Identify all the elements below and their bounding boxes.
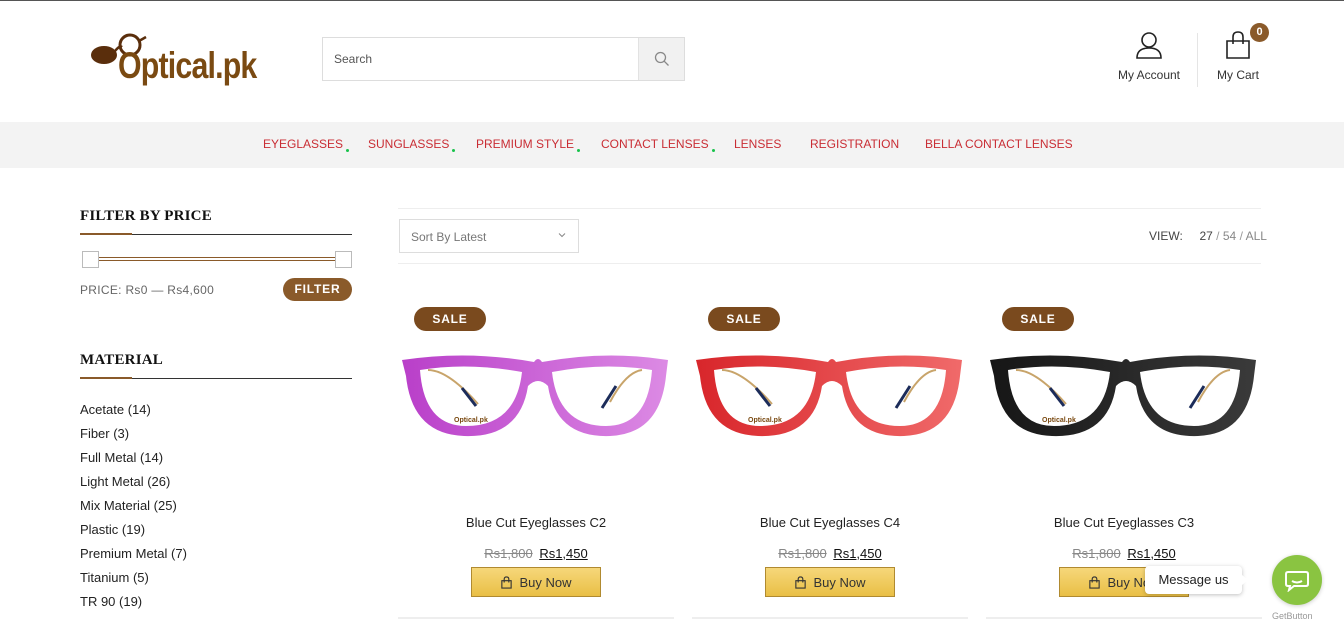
- product-name[interactable]: Blue Cut Eyeglasses C2: [398, 515, 674, 530]
- shopping-bag-icon: [795, 575, 807, 589]
- product-price: Rs1,800 Rs1,450: [986, 546, 1262, 561]
- nav-item-contact-lenses[interactable]: CONTACT LENSES: [601, 137, 715, 152]
- shopping-bag-icon: [501, 575, 513, 589]
- site-header: Optical.pk My Account 0 My Cart: [0, 1, 1344, 122]
- dropdown-indicator-icon: [452, 149, 456, 152]
- product-name[interactable]: Blue Cut Eyeglasses C4: [692, 515, 968, 530]
- product-price: Rs1,800 Rs1,450: [398, 546, 674, 561]
- old-price: Rs1,800: [778, 546, 827, 561]
- nav-item-registration[interactable]: REGISTRATION: [810, 137, 899, 151]
- product-name[interactable]: Blue Cut Eyeglasses C3: [986, 515, 1262, 530]
- dropdown-indicator-icon: [711, 149, 715, 152]
- nav-item-lenses[interactable]: LENSES: [734, 137, 781, 151]
- view-option-all[interactable]: ALL: [1246, 229, 1267, 243]
- product-image[interactable]: Optical.pk: [692, 346, 968, 446]
- sale-price: Rs1,450: [1127, 546, 1176, 561]
- price-range-text: PRICE: Rs0 — Rs4,600: [80, 283, 215, 297]
- nav-item-premium-style[interactable]: PREMIUM STYLE: [476, 137, 581, 152]
- buy-now-button[interactable]: Buy Now: [765, 567, 895, 597]
- material-filter-list: Acetate (14) Fiber (3) Full Metal (14) L…: [80, 400, 187, 616]
- slider-track: [90, 257, 344, 261]
- card-divider: [986, 617, 1262, 619]
- search-button[interactable]: [638, 38, 684, 80]
- my-cart-link[interactable]: 0 My Cart: [1208, 23, 1269, 87]
- product-price: Rs1,800 Rs1,450: [692, 546, 968, 561]
- old-price: Rs1,800: [1072, 546, 1121, 561]
- card-divider: [692, 617, 968, 619]
- logo-text: Optical.pk: [118, 45, 257, 86]
- product-card: SALE Optical.pk Blue Cut Eyeglasses C2 R…: [398, 300, 674, 623]
- sale-badge: SALE: [1002, 307, 1074, 331]
- dropdown-indicator-icon: [577, 149, 581, 152]
- header-divider: [1197, 33, 1198, 87]
- nav-item-bella-contact-lenses[interactable]: BELLA CONTACT LENSES: [925, 137, 1073, 151]
- slider-max-handle[interactable]: [335, 251, 352, 268]
- nav-item-eyeglasses[interactable]: EYEGLASSES: [263, 137, 350, 152]
- nav-item-sunglasses[interactable]: SUNGLASSES: [368, 137, 456, 152]
- buy-now-button[interactable]: Buy Now: [471, 567, 601, 597]
- chevron-down-icon: [558, 233, 566, 238]
- heading-accent: [80, 233, 132, 235]
- filter-button[interactable]: FILTER: [283, 278, 352, 301]
- my-account-label: My Account: [1117, 68, 1181, 82]
- toolbar-bottom-border: [398, 263, 1261, 264]
- shopping-bag-icon: [1226, 31, 1250, 59]
- material-item-mix-material[interactable]: Mix Material (25): [80, 496, 187, 520]
- search-input[interactable]: [323, 38, 639, 80]
- shopping-bag-icon: [1089, 575, 1101, 589]
- material-item-titanium[interactable]: Titanium (5): [80, 568, 187, 592]
- site-logo[interactable]: Optical.pk: [88, 31, 278, 95]
- material-heading: MATERIAL: [80, 352, 163, 368]
- frame-brand-mark: Optical.pk: [748, 417, 782, 424]
- frame-brand-mark: Optical.pk: [1042, 417, 1076, 424]
- heading-accent: [80, 377, 132, 379]
- filter-by-price-heading: FILTER BY PRICE: [80, 208, 212, 224]
- material-item-tr90[interactable]: TR 90 (19): [80, 592, 187, 616]
- material-item-light-metal[interactable]: Light Metal (26): [80, 472, 187, 496]
- material-item-full-metal[interactable]: Full Metal (14): [80, 448, 187, 472]
- view-option-27[interactable]: 27: [1199, 229, 1212, 243]
- my-account-link[interactable]: My Account: [1108, 27, 1190, 87]
- sale-badge: SALE: [708, 307, 780, 331]
- material-item-plastic[interactable]: Plastic (19): [80, 520, 187, 544]
- frame-brand-mark: Optical.pk: [454, 417, 488, 424]
- sale-price: Rs1,450: [539, 546, 588, 561]
- chat-button[interactable]: [1272, 555, 1322, 605]
- old-price: Rs1,800: [484, 546, 533, 561]
- my-cart-label: My Cart: [1217, 68, 1259, 82]
- view-separator: /: [1239, 229, 1243, 243]
- search-icon: [654, 51, 669, 66]
- view-label: VIEW:: [1149, 229, 1183, 243]
- product-card: SALE Optical.pk Blue Cut Eyeglasses C4 R…: [692, 300, 968, 623]
- dropdown-indicator-icon: [346, 149, 350, 152]
- cart-count-badge: 0: [1250, 23, 1269, 42]
- material-item-premium-metal[interactable]: Premium Metal (7): [80, 544, 187, 568]
- toolbar-top-border: [398, 208, 1261, 209]
- chat-bubble-icon: [1285, 571, 1309, 592]
- material-item-fiber[interactable]: Fiber (3): [80, 424, 187, 448]
- sort-select[interactable]: Sort By Latest: [399, 219, 579, 253]
- price-range-slider[interactable]: [80, 250, 352, 270]
- getbutton-brand: GetButton: [1272, 611, 1313, 621]
- slider-min-handle[interactable]: [82, 251, 99, 268]
- user-icon: [1136, 32, 1162, 59]
- view-separator: /: [1216, 229, 1220, 243]
- card-divider: [398, 617, 674, 619]
- search-bar: [322, 37, 685, 81]
- sort-value: Sort By Latest: [411, 230, 487, 244]
- product-image[interactable]: Optical.pk: [398, 346, 674, 446]
- view-per-page: VIEW: 27 / 54 / ALL: [1149, 229, 1267, 243]
- material-item-acetate[interactable]: Acetate (14): [80, 400, 187, 424]
- buy-now-label: Buy Now: [519, 574, 572, 590]
- product-image[interactable]: Optical.pk: [986, 346, 1262, 446]
- buy-now-label: Buy Now: [813, 574, 866, 590]
- sale-badge: SALE: [414, 307, 486, 331]
- sale-price: Rs1,450: [833, 546, 882, 561]
- message-us-tooltip[interactable]: Message us: [1145, 566, 1248, 594]
- main-navigation: EYEGLASSES SUNGLASSES PREMIUM STYLE CONT…: [0, 122, 1344, 168]
- view-option-54[interactable]: 54: [1223, 229, 1236, 243]
